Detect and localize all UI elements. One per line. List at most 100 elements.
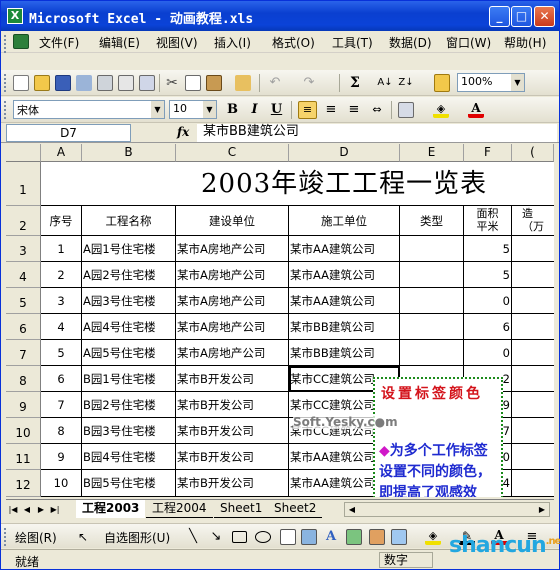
table-cell-area[interactable]: 5 bbox=[464, 236, 512, 262]
open-icon[interactable] bbox=[34, 75, 50, 91]
table-cell-seq[interactable]: 1 bbox=[41, 236, 82, 262]
menu-view[interactable]: 视图(V) bbox=[156, 34, 198, 51]
header-name[interactable]: 工程名称 bbox=[82, 206, 176, 236]
table-cell-type[interactable] bbox=[400, 340, 464, 366]
table-cell-seq[interactable]: 4 bbox=[41, 314, 82, 340]
table-cell-name[interactable]: A园3号住宅楼 bbox=[82, 288, 176, 314]
column-header[interactable]: C bbox=[176, 144, 289, 162]
row-header[interactable]: 8 bbox=[6, 366, 41, 392]
picture-icon[interactable] bbox=[391, 529, 407, 545]
menu-grip[interactable] bbox=[4, 35, 7, 53]
font-size-combo[interactable]: 10 ▼ bbox=[169, 100, 217, 119]
table-cell-builder[interactable]: 某市A房地产公司 bbox=[176, 340, 289, 366]
close-button[interactable]: ✕ bbox=[534, 6, 555, 27]
table-cell-seq[interactable]: 8 bbox=[41, 418, 82, 444]
row-header[interactable]: 5 bbox=[6, 288, 41, 314]
table-cell-seq[interactable]: 6 bbox=[41, 366, 82, 392]
align-center-icon[interactable]: ≡ bbox=[323, 102, 339, 118]
cut-icon[interactable]: ✂ bbox=[164, 75, 180, 91]
table-cell-builder[interactable]: 某市B开发公司 bbox=[176, 418, 289, 444]
wordart-icon[interactable]: A bbox=[323, 529, 339, 545]
table-cell-name[interactable]: B园3号住宅楼 bbox=[82, 418, 176, 444]
table-cell-type[interactable] bbox=[400, 236, 464, 262]
font-combo[interactable]: 宋体 ▼ bbox=[13, 100, 165, 119]
table-cell-area[interactable]: 5 bbox=[464, 262, 512, 288]
text-box-icon[interactable] bbox=[280, 529, 296, 545]
table-cell-seq[interactable]: 3 bbox=[41, 288, 82, 314]
header-seq[interactable]: 序号 bbox=[41, 206, 82, 236]
copy-icon[interactable] bbox=[185, 75, 201, 91]
table-cell-contractor[interactable]: 某市AA建筑公司 bbox=[289, 288, 400, 314]
menu-insert[interactable]: 插入(I) bbox=[214, 34, 251, 51]
toolbar-grip[interactable] bbox=[4, 74, 7, 92]
table-cell-cost[interactable] bbox=[512, 366, 554, 392]
formula-input[interactable]: 某市BB建筑公司 bbox=[197, 124, 557, 142]
row-header[interactable]: 9 bbox=[6, 392, 41, 418]
permission-icon[interactable] bbox=[76, 75, 92, 91]
menu-window[interactable]: 窗口(W) bbox=[446, 34, 491, 51]
vertical-text-icon[interactable] bbox=[301, 529, 317, 545]
table-cell-type[interactable] bbox=[400, 262, 464, 288]
table-cell-type[interactable] bbox=[400, 314, 464, 340]
row-header[interactable]: 1 bbox=[6, 162, 41, 206]
table-cell-cost[interactable] bbox=[512, 418, 554, 444]
table-cell-type[interactable] bbox=[400, 288, 464, 314]
italic-button[interactable]: I bbox=[245, 101, 264, 119]
first-sheet-icon[interactable]: |◀ bbox=[8, 503, 18, 517]
sheet-tab-active[interactable]: 工程2003 bbox=[76, 500, 146, 518]
table-cell-builder[interactable]: 某市B开发公司 bbox=[176, 366, 289, 392]
table-cell-name[interactable]: B园4号住宅楼 bbox=[82, 444, 176, 470]
menu-edit[interactable]: 编辑(E) bbox=[99, 34, 140, 51]
workbook-icon[interactable] bbox=[13, 34, 29, 49]
bold-button[interactable]: B bbox=[223, 101, 242, 119]
table-cell-name[interactable]: B园2号住宅楼 bbox=[82, 392, 176, 418]
column-header[interactable]: D bbox=[289, 144, 400, 162]
header-contractor[interactable]: 施工单位 bbox=[289, 206, 400, 236]
header-cost[interactable]: 造 （万 bbox=[512, 206, 554, 236]
arrow-icon[interactable]: ↘ bbox=[208, 529, 224, 545]
function-icon[interactable]: fx bbox=[177, 125, 189, 139]
autoshapes-menu-button[interactable]: 自选图形(U) bbox=[104, 529, 170, 546]
table-cell-seq[interactable]: 5 bbox=[41, 340, 82, 366]
redo-icon[interactable]: ↷ bbox=[301, 75, 317, 91]
table-cell-builder[interactable]: 某市A房地产公司 bbox=[176, 314, 289, 340]
table-cell-cost[interactable] bbox=[512, 262, 554, 288]
table-cell-name[interactable]: B园5号住宅楼 bbox=[82, 470, 176, 497]
last-sheet-icon[interactable]: ▶| bbox=[50, 503, 60, 517]
table-cell-builder[interactable]: 某市B开发公司 bbox=[176, 392, 289, 418]
table-cell-seq[interactable]: 9 bbox=[41, 444, 82, 470]
menu-format[interactable]: 格式(O) bbox=[272, 34, 315, 51]
sheet-tab[interactable]: 工程2004 bbox=[146, 500, 213, 518]
print-icon[interactable] bbox=[97, 75, 113, 91]
row-header[interactable]: 6 bbox=[6, 314, 41, 340]
menu-file[interactable]: 文件(F) bbox=[39, 34, 79, 51]
oval-icon[interactable] bbox=[255, 531, 271, 543]
paste-icon[interactable] bbox=[206, 75, 222, 91]
align-right-icon[interactable]: ≡ bbox=[346, 102, 362, 118]
table-cell-cost[interactable] bbox=[512, 236, 554, 262]
sheet-tab[interactable]: Sheet1 bbox=[214, 500, 269, 518]
row-header[interactable]: 12 bbox=[6, 470, 41, 497]
sort-ascending-icon[interactable]: A↓ bbox=[377, 75, 393, 91]
draw-fill-color-icon[interactable]: ◈ bbox=[425, 529, 441, 545]
next-sheet-icon[interactable]: ▶ bbox=[36, 503, 46, 517]
select-objects-icon[interactable]: ↖ bbox=[75, 529, 91, 545]
header-area[interactable]: 面积 平米 bbox=[464, 206, 512, 236]
row-header[interactable]: 7 bbox=[6, 340, 41, 366]
row-header[interactable]: 10 bbox=[6, 418, 41, 444]
select-all-corner[interactable] bbox=[6, 144, 41, 162]
draw-menu-button[interactable]: 绘图(R) bbox=[15, 529, 57, 546]
excel-app-icon[interactable]: X bbox=[7, 8, 23, 24]
horizontal-scrollbar[interactable]: ◀ ▶ bbox=[344, 502, 550, 517]
name-box[interactable]: D7 bbox=[6, 124, 131, 142]
font-size-dropdown-icon[interactable]: ▼ bbox=[203, 101, 216, 118]
table-cell-cost[interactable] bbox=[512, 288, 554, 314]
row-header[interactable]: 4 bbox=[6, 262, 41, 288]
font-color-icon[interactable]: A bbox=[468, 102, 484, 118]
table-cell-builder[interactable]: 某市A房地产公司 bbox=[176, 236, 289, 262]
prev-sheet-icon[interactable]: ◀ bbox=[22, 503, 32, 517]
table-cell-contractor[interactable]: 某市AA建筑公司 bbox=[289, 236, 400, 262]
header-builder[interactable]: 建设单位 bbox=[176, 206, 289, 236]
menu-data[interactable]: 数据(D) bbox=[389, 34, 432, 51]
font-dropdown-icon[interactable]: ▼ bbox=[151, 101, 164, 118]
